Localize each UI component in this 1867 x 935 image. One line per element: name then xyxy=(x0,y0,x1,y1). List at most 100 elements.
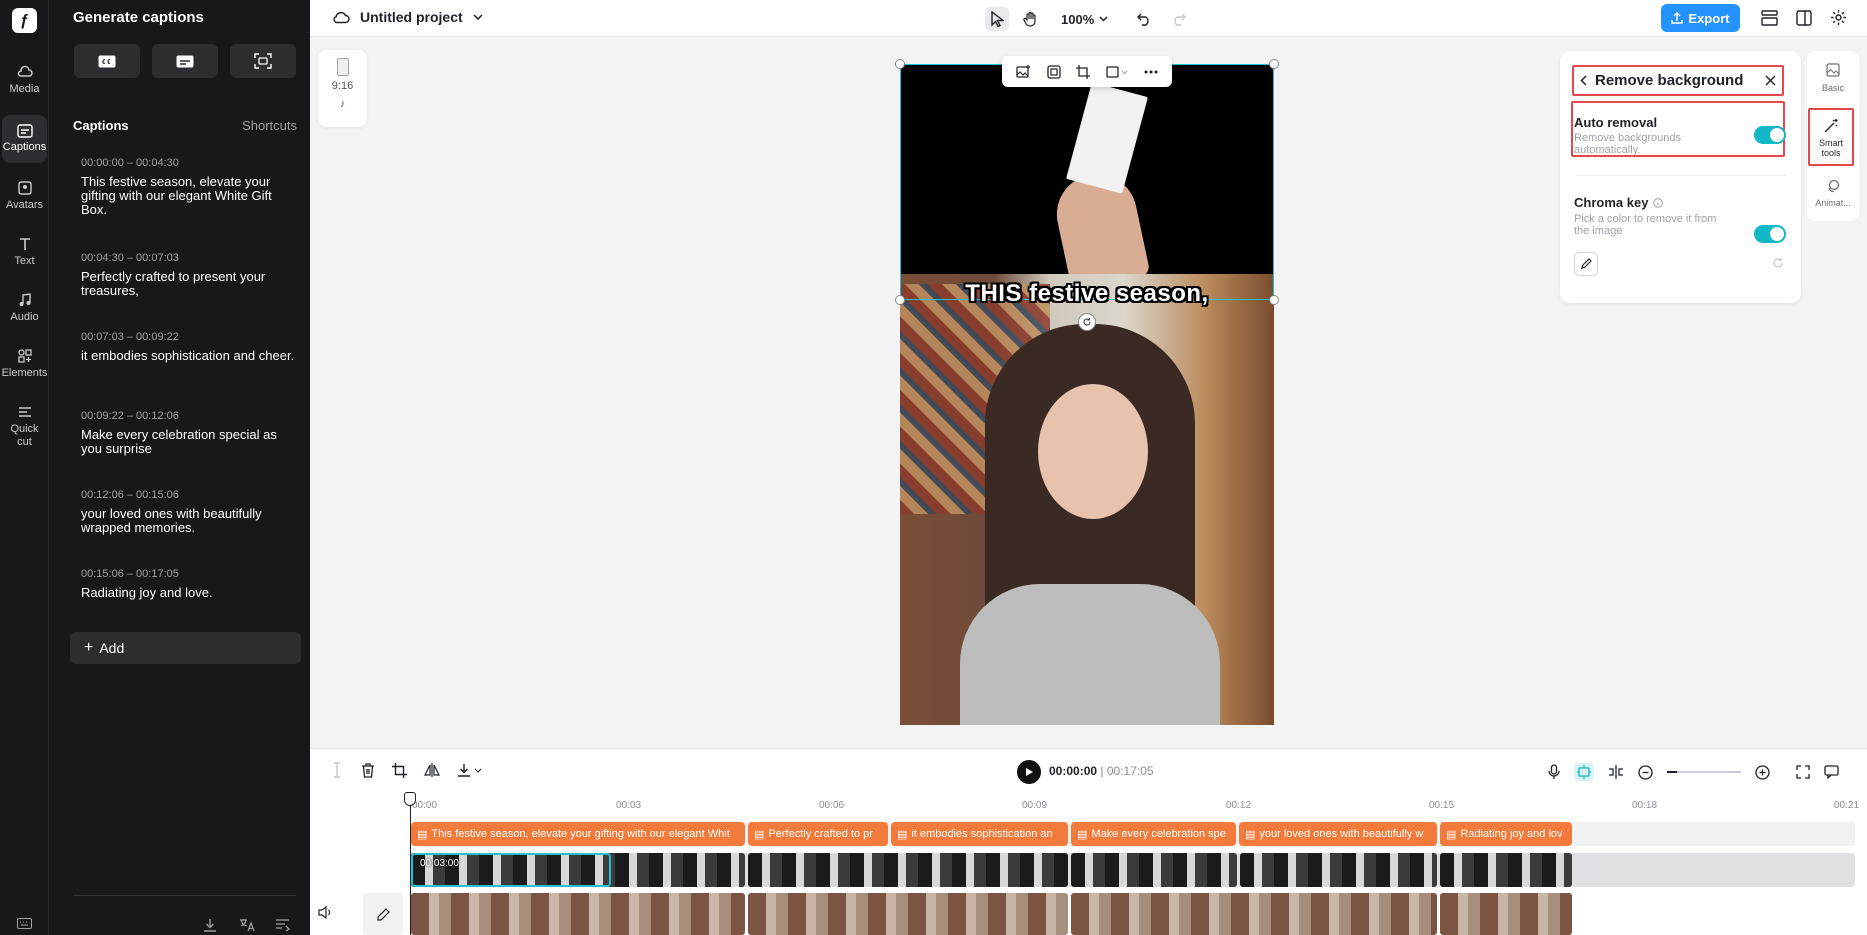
tab-smart-tools[interactable]: Smart tools xyxy=(1808,108,1854,166)
caption-time: 00:04:30 – 00:07:03 xyxy=(81,252,179,264)
feedback-icon[interactable] xyxy=(1824,765,1839,779)
resize-handle[interactable] xyxy=(1269,59,1279,69)
main-video-clip[interactable] xyxy=(748,893,1068,935)
split-view-icon[interactable] xyxy=(1608,765,1624,779)
main-video-clip[interactable] xyxy=(1071,893,1437,935)
caption-text[interactable]: it embodies sophistication and cheer. xyxy=(81,349,296,363)
auto-caption-icon xyxy=(254,53,272,69)
split-icon[interactable] xyxy=(330,762,344,778)
caption-item[interactable]: 00:04:30 – 00:07:03 Perfectly crafted to… xyxy=(81,252,296,298)
caption-text[interactable]: Perfectly crafted to present your treasu… xyxy=(81,270,296,298)
download-dropdown[interactable] xyxy=(457,763,482,777)
caption-list-icon[interactable] xyxy=(275,918,290,931)
project-title-area[interactable]: Untitled project xyxy=(332,9,483,25)
caption-clip[interactable]: ▤ Radiating joy and lov xyxy=(1440,822,1572,846)
caption-overlay-text[interactable]: THIS festive season, xyxy=(900,280,1274,308)
ruler-tick: 00:06 xyxy=(819,800,845,811)
layers-icon[interactable] xyxy=(1761,10,1778,26)
remove-bg-icon[interactable] xyxy=(1047,64,1061,79)
mute-icon[interactable] xyxy=(318,906,333,919)
resize-handle[interactable] xyxy=(895,59,905,69)
aspect-ratio-card[interactable]: 9:16 ♪ xyxy=(318,50,367,127)
caption-item[interactable]: 00:09:22 – 00:12:06 Make every celebrati… xyxy=(81,410,296,456)
rail-avatars[interactable]: Avatars xyxy=(0,180,49,212)
export-button[interactable]: Export xyxy=(1661,4,1740,32)
rail-elements[interactable]: Elements xyxy=(0,348,49,380)
translate-icon[interactable] xyxy=(239,918,255,932)
delete-icon[interactable] xyxy=(361,762,375,778)
playhead-line[interactable] xyxy=(410,792,411,935)
settings-icon[interactable] xyxy=(1830,9,1847,26)
zoom-out-icon[interactable] xyxy=(1638,764,1653,780)
rail-captions[interactable]: Captions xyxy=(2,115,47,163)
overlay-clip[interactable] xyxy=(1071,853,1237,887)
playhead-handle[interactable] xyxy=(404,792,416,806)
rail-quick-cut[interactable]: Quick cut xyxy=(0,404,49,449)
caption-item[interactable]: 00:15:06 – 00:17:05 Radiating joy and lo… xyxy=(81,568,296,600)
zoom-dropdown[interactable]: 100% xyxy=(1061,12,1108,27)
rail-audio[interactable]: Audio xyxy=(0,292,49,324)
tiktok-icon[interactable]: ♪ xyxy=(318,98,367,110)
overlay-clip[interactable] xyxy=(1240,853,1437,887)
flip-icon[interactable] xyxy=(424,763,440,777)
select-tool[interactable] xyxy=(985,7,1009,31)
caption-item[interactable]: 00:00:00 – 00:04:30 This festive season,… xyxy=(81,157,296,217)
add-caption-button[interactable]: + Add xyxy=(70,632,301,664)
project-name[interactable]: Untitled project xyxy=(360,9,463,25)
more-icon[interactable] xyxy=(1144,70,1158,74)
caption-item[interactable]: 00:12:06 – 00:15:06 your loved ones with… xyxy=(81,489,296,535)
caption-text[interactable]: Make every celebration special as you su… xyxy=(81,428,296,456)
zoom-slider[interactable] xyxy=(1667,771,1741,773)
caption-clip[interactable]: ▤ it embodies sophistication an xyxy=(891,822,1068,846)
reset-icon[interactable] xyxy=(1772,257,1784,269)
edit-cover-button[interactable] xyxy=(363,893,403,935)
shortcuts-link[interactable]: Shortcuts xyxy=(242,118,297,133)
captions-style-button-3[interactable] xyxy=(230,44,296,78)
undo-button[interactable] xyxy=(1132,7,1156,31)
replace-icon[interactable] xyxy=(1106,65,1128,79)
overlay-clip[interactable] xyxy=(748,853,1068,887)
redo-button[interactable] xyxy=(1166,7,1190,31)
main-video-clip[interactable] xyxy=(1440,893,1572,935)
caption-clip[interactable]: ▤ Make every celebration spe xyxy=(1071,822,1236,846)
captions-style-button-1[interactable] xyxy=(74,44,140,78)
hand-tool[interactable] xyxy=(1019,7,1043,31)
app-logo[interactable]: ƒ xyxy=(12,8,37,33)
crop-icon[interactable] xyxy=(1076,64,1091,79)
info-icon[interactable] xyxy=(1653,197,1664,208)
fullscreen-icon[interactable] xyxy=(1796,765,1810,779)
rail-text[interactable]: Text xyxy=(0,236,49,268)
keyboard-icon[interactable] xyxy=(17,918,32,929)
layout-panel-icon[interactable] xyxy=(1796,10,1812,26)
caption-clip[interactable]: ▤ your loved ones with beautifully w xyxy=(1239,822,1437,846)
snap-icon[interactable] xyxy=(1574,763,1594,781)
rotate-handle[interactable] xyxy=(1078,313,1096,331)
selection-box[interactable] xyxy=(900,64,1274,300)
captions-style-button-2[interactable] xyxy=(152,44,218,78)
overlay-clip[interactable] xyxy=(1440,853,1572,887)
caption-text[interactable]: Radiating joy and love. xyxy=(81,586,296,600)
tab-animation[interactable]: Animat... xyxy=(1807,179,1859,208)
download-icon[interactable] xyxy=(203,918,217,932)
caption-clip[interactable]: ▤ Perfectly crafted to pr xyxy=(748,822,888,846)
zoom-in-icon[interactable] xyxy=(1755,764,1770,780)
replace-image-icon[interactable] xyxy=(1016,64,1031,79)
chroma-key-toggle[interactable] xyxy=(1754,225,1786,243)
color-picker-button[interactable] xyxy=(1574,252,1598,276)
timeline-ruler[interactable]: 00:00 00:03 00:06 00:09 00:12 00:15 00:1… xyxy=(410,800,1867,814)
caption-text[interactable]: your loved ones with beautifully wrapped… xyxy=(81,507,296,535)
crop-icon[interactable] xyxy=(392,762,407,778)
tab-basic[interactable]: Basic xyxy=(1807,63,1859,93)
back-icon[interactable] xyxy=(1580,75,1587,86)
auto-removal-toggle[interactable] xyxy=(1754,126,1786,144)
ruler-tick: 00:15 xyxy=(1429,800,1455,811)
rail-media[interactable]: Media xyxy=(0,64,49,96)
play-button[interactable] xyxy=(1017,760,1041,784)
caption-clip[interactable]: ▤ This festive season, elevate your gifti… xyxy=(411,822,745,846)
close-icon[interactable] xyxy=(1765,75,1776,86)
main-video-clip[interactable] xyxy=(411,893,745,935)
chevron-down-icon[interactable] xyxy=(473,14,483,20)
caption-text[interactable]: This festive season, elevate your giftin… xyxy=(81,175,296,217)
microphone-icon[interactable] xyxy=(1548,764,1560,780)
caption-item[interactable]: 00:07:03 – 00:09:22 it embodies sophisti… xyxy=(81,331,296,363)
